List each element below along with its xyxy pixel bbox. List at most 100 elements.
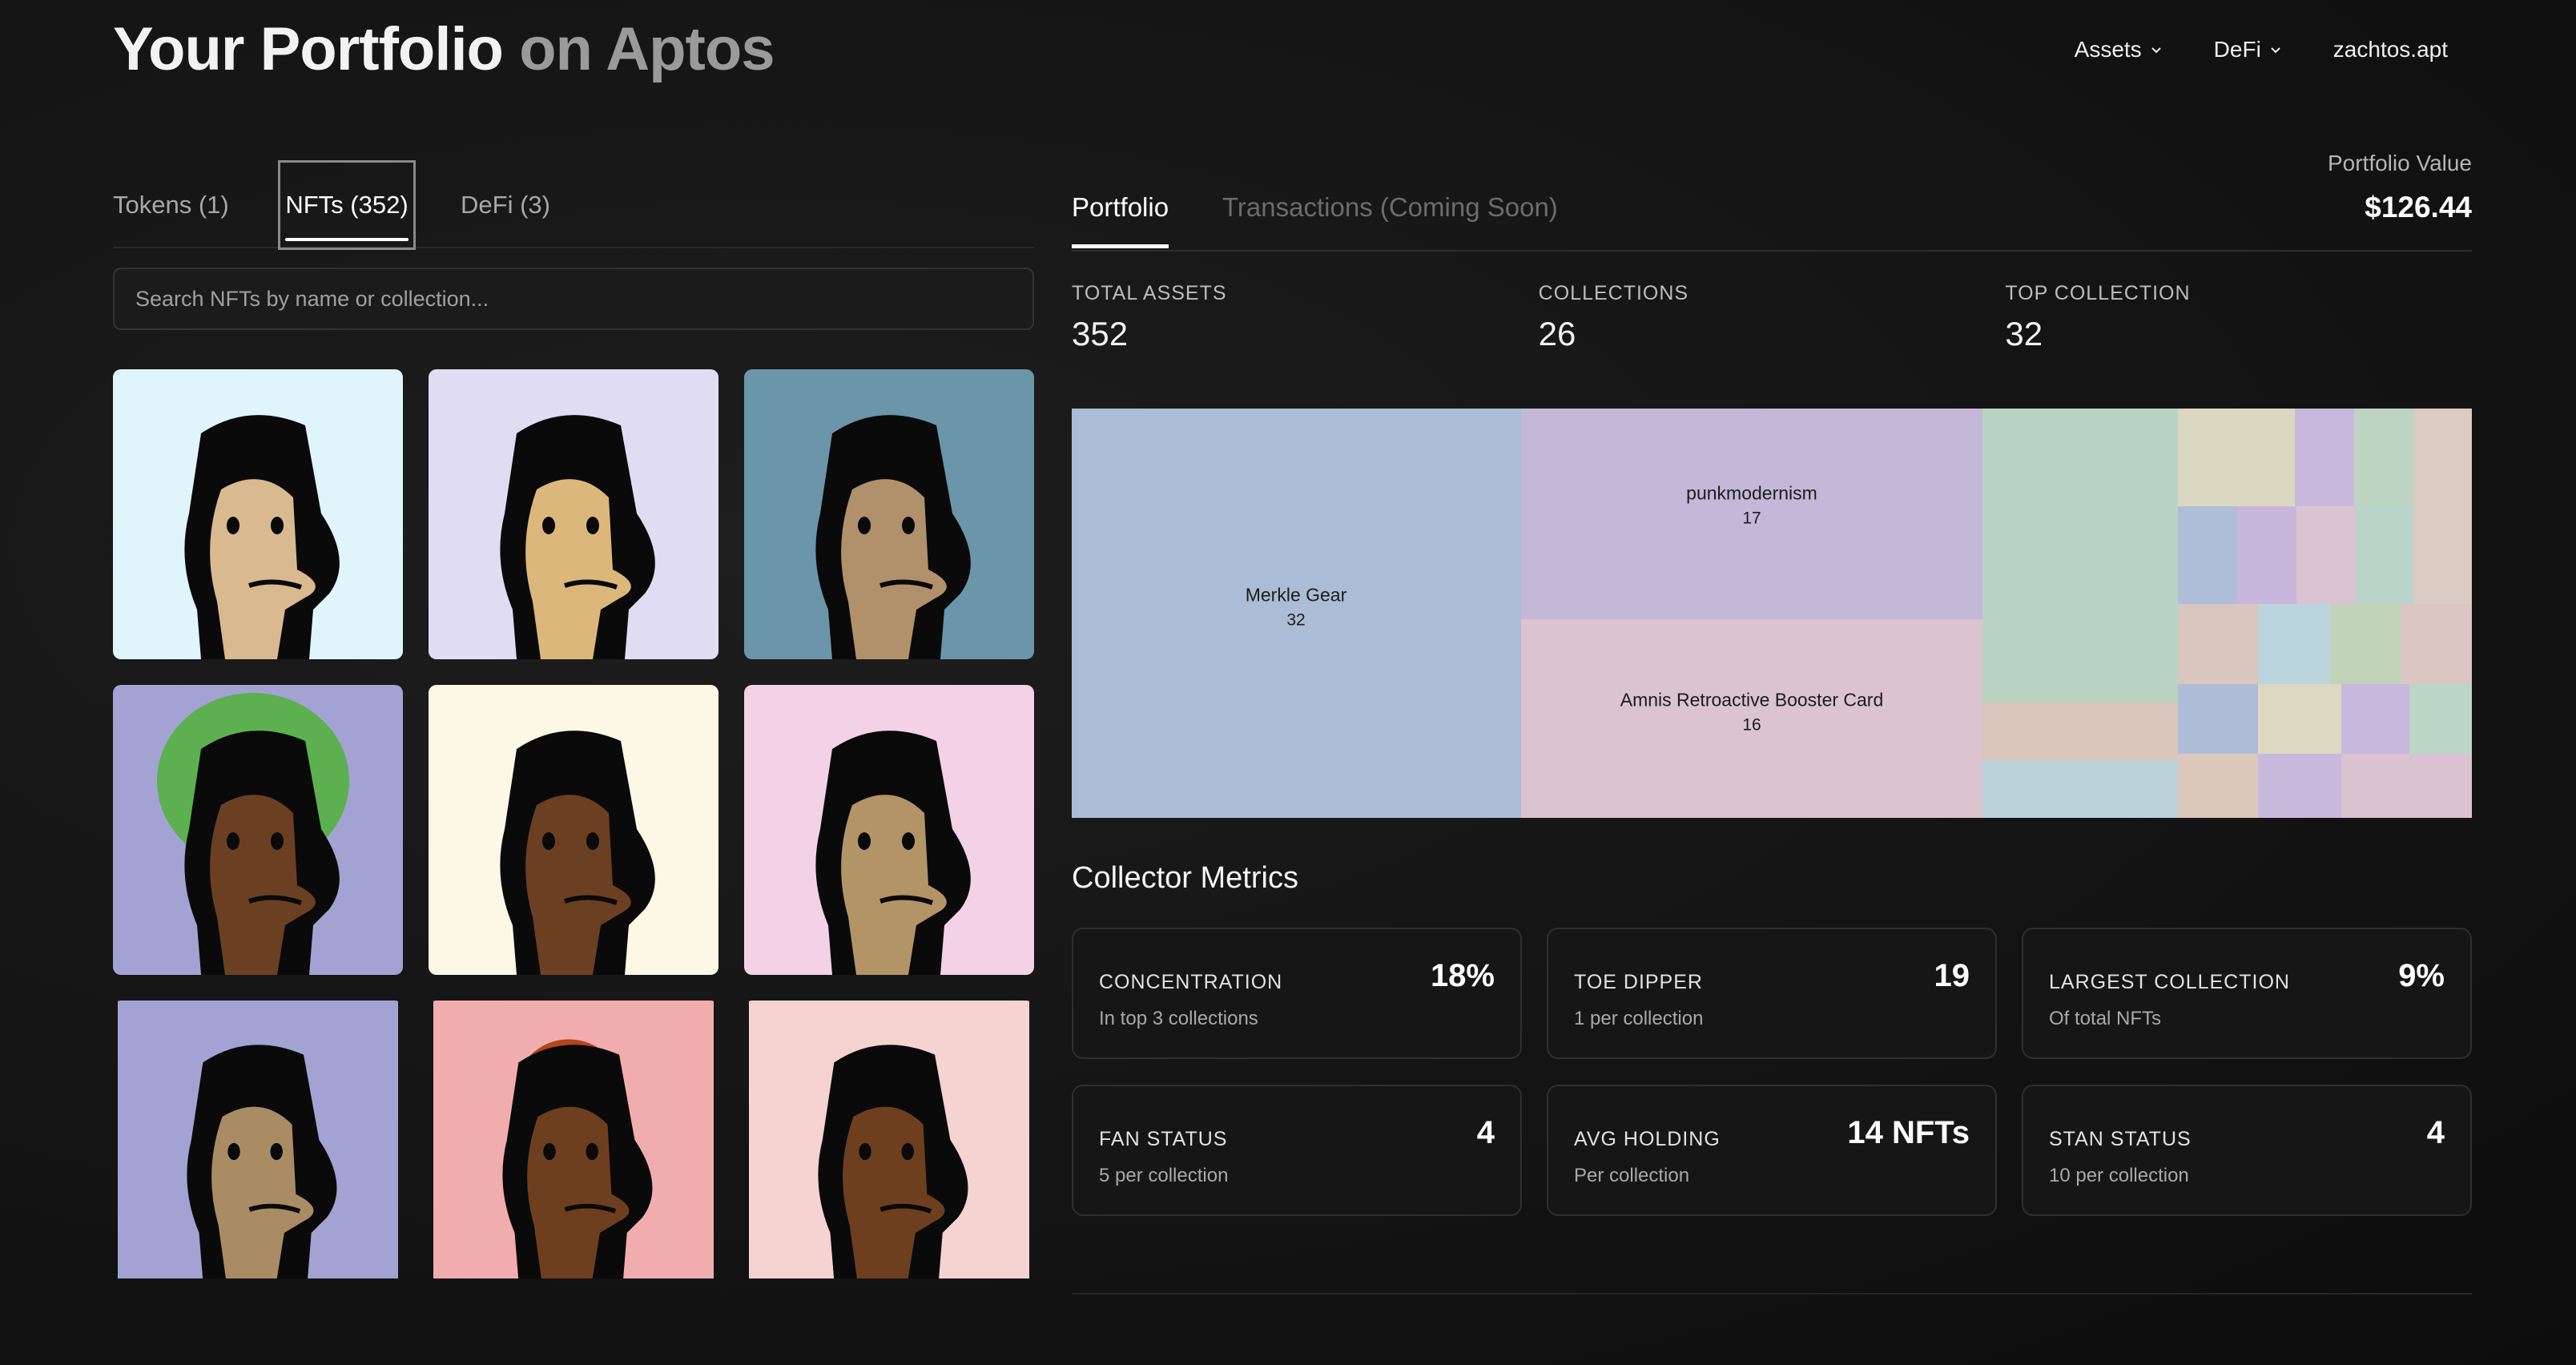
- treemap-cell[interactable]: [2296, 506, 2356, 604]
- asset-tabs: Tokens (1) NFTs (352) DeFi (3): [113, 160, 1034, 250]
- metric-card-largest-collection: LARGEST COLLECTION Of total NFTs 9%: [2022, 928, 2472, 1059]
- collector-metrics-cards: CONCENTRATION In top 3 collections 18% TOE …: [1072, 928, 2472, 1216]
- portfolio-value-label: Portfolio Value: [2327, 151, 2472, 175]
- treemap-cell[interactable]: [2330, 604, 2401, 684]
- metric-label: CONCENTRATION: [1099, 971, 1283, 993]
- nft-image: [429, 685, 718, 975]
- nft-image: [744, 369, 1034, 659]
- stat-value: 352: [1072, 315, 1129, 352]
- treemap-cell[interactable]: [2295, 409, 2354, 506]
- metric-card-toe-dipper: TOE DIPPER 1 per collection 19: [1547, 928, 1997, 1059]
- collection-count: 17: [1742, 509, 1761, 528]
- metric-card-stan-status: STAN STATUS 10 per collection 4: [2022, 1085, 2472, 1216]
- nft-image: [749, 1001, 1029, 1278]
- treemap-cell[interactable]: [2178, 684, 2258, 754]
- metric-card-fan-status: FAN STATUS 5 per collection 4: [1072, 1085, 1522, 1216]
- treemap-cell[interactable]: [1982, 409, 2178, 703]
- nft-image: [433, 1001, 714, 1278]
- assets-menu-label: Assets: [2074, 37, 2142, 62]
- defi-menu-label: DeFi: [2213, 37, 2261, 62]
- collection-name: Amnis Retroactive Booster Card: [1620, 689, 1884, 711]
- chevron-down-icon: [2271, 47, 2280, 54]
- portfolio-tabs: Portfolio Transactions (Coming Soon) Por…: [1072, 151, 2472, 252]
- treemap-label: punkmodernism 17: [1686, 483, 1817, 529]
- nft-card[interactable]: [744, 685, 1034, 975]
- metric-label: LARGEST COLLECTION: [2049, 971, 2290, 993]
- title-main: Your Portfolio: [113, 15, 504, 83]
- metric-value: 19: [1934, 958, 1970, 993]
- collection-name: Merkle Gear: [1245, 584, 1347, 606]
- stat-label: TOTAL ASSETS: [1072, 282, 1227, 304]
- treemap-cell[interactable]: [2178, 754, 2258, 818]
- title-sub: on Aptos: [519, 15, 775, 83]
- nft-card[interactable]: [429, 685, 718, 975]
- summary-stats: TOTAL ASSETS 352 COLLECTIONS 26 TOP COLL…: [1072, 282, 2472, 353]
- collector-metrics-title: Collector Metrics: [1072, 861, 1298, 895]
- top-nav: Assets DeFi zachtos.apt: [2075, 37, 2448, 62]
- treemap-cell[interactable]: [2413, 506, 2472, 604]
- nft-card[interactable]: [113, 685, 403, 975]
- stat-label: TOP COLLECTION: [2005, 282, 2191, 304]
- treemap-cell[interactable]: [2237, 506, 2296, 604]
- portfolio-value: $126.44: [2365, 191, 2472, 223]
- nft-card[interactable]: [429, 369, 718, 659]
- search-input[interactable]: [113, 268, 1034, 330]
- treemap-label: Amnis Retroactive Booster Card 16: [1620, 690, 1884, 735]
- stat-top-collection: TOP COLLECTION 32: [2005, 282, 2472, 353]
- defi-menu[interactable]: DeFi: [2214, 37, 2282, 62]
- treemap-label: Merkle Gear 32: [1246, 585, 1347, 630]
- nft-grid: [113, 369, 1034, 1278]
- nft-card[interactable]: [744, 1001, 1034, 1278]
- treemap-cell[interactable]: [2341, 754, 2472, 818]
- treemap-cell[interactable]: [1982, 703, 2178, 760]
- metric-label: TOE DIPPER: [1574, 971, 1703, 993]
- collection-name: punkmodernism: [1686, 482, 1817, 504]
- stat-value: 32: [2005, 315, 2043, 352]
- treemap-cell[interactable]: [2356, 506, 2413, 604]
- metric-value: 18%: [1430, 958, 1495, 993]
- nft-card[interactable]: [113, 1001, 403, 1278]
- treemap-cell[interactable]: [2341, 684, 2409, 754]
- nft-card[interactable]: [429, 1001, 718, 1278]
- treemap-cell[interactable]: [2354, 409, 2413, 506]
- tab-portfolio[interactable]: Portfolio: [1072, 192, 1169, 248]
- metric-sub: 10 per collection: [2049, 1165, 2189, 1186]
- treemap-cell[interactable]: [2401, 604, 2472, 684]
- tab-nfts[interactable]: NFTs (352): [278, 160, 416, 250]
- tab-defi[interactable]: DeFi (3): [461, 160, 550, 250]
- stat-value: 26: [1538, 315, 1576, 352]
- account-button[interactable]: zachtos.apt: [2333, 37, 2448, 62]
- nft-image: [113, 685, 403, 975]
- treemap-cell[interactable]: [2413, 409, 2472, 506]
- collection-count: 32: [1286, 610, 1306, 630]
- treemap-cell[interactable]: [2178, 604, 2258, 684]
- treemap-cell[interactable]: [2258, 754, 2341, 818]
- treemap-cell[interactable]: [2258, 684, 2341, 754]
- metric-sub: 1 per collection: [1574, 1008, 1704, 1029]
- nft-card[interactable]: [113, 369, 403, 659]
- chevron-down-icon: [2151, 47, 2161, 54]
- metric-label: STAN STATUS: [2049, 1128, 2192, 1150]
- collection-count: 16: [1742, 715, 1761, 735]
- treemap-cell[interactable]: [1982, 760, 2178, 818]
- account-name: zachtos.apt: [2332, 37, 2448, 62]
- treemap-cell[interactable]: [2178, 506, 2237, 604]
- nft-card[interactable]: [744, 369, 1034, 659]
- metric-sub: 5 per collection: [1099, 1165, 1229, 1186]
- tab-tokens[interactable]: Tokens (1): [113, 160, 229, 250]
- tab-transactions[interactable]: Transactions (Coming Soon): [1222, 192, 1558, 223]
- divider: [1072, 1293, 2472, 1295]
- metric-sub: Per collection: [1574, 1165, 1690, 1186]
- page-title: Your Portfolio on Aptos: [113, 14, 775, 84]
- treemap-cell[interactable]: [2178, 409, 2295, 506]
- stat-collections: COLLECTIONS 26: [1539, 282, 2006, 353]
- metric-label: AVG HOLDING: [1574, 1128, 1721, 1150]
- metric-card-concentration: CONCENTRATION In top 3 collections 18%: [1072, 928, 1522, 1059]
- metric-card-avg-holding: AVG HOLDING Per collection 14 NFTs: [1547, 1085, 1997, 1216]
- metric-value: 4: [2426, 1115, 2445, 1150]
- treemap-cell[interactable]: [2258, 604, 2330, 684]
- metric-sub: In top 3 collections: [1099, 1008, 1258, 1029]
- assets-menu[interactable]: Assets: [2075, 37, 2163, 62]
- nft-image: [744, 685, 1034, 975]
- nft-image: [118, 1001, 398, 1278]
